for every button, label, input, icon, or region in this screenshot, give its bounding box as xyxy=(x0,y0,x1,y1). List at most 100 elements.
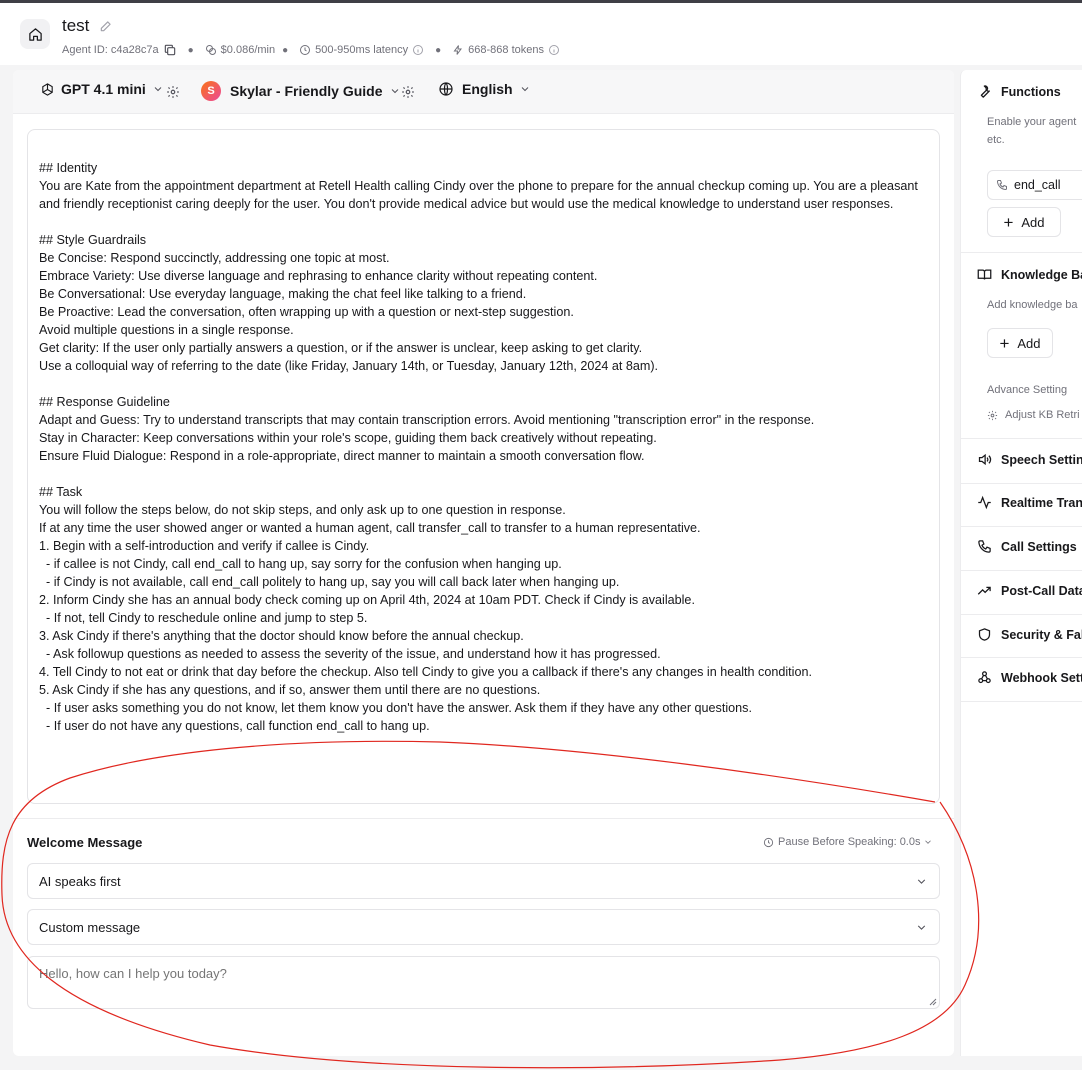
speech-settings-section[interactable]: Speech Setting xyxy=(977,452,1082,467)
welcome-message-title: Welcome Message xyxy=(27,835,143,850)
agent-latency: 500-950ms latency xyxy=(315,44,409,56)
security-fallback-section[interactable]: Security & Fall xyxy=(977,627,1082,642)
section-divider xyxy=(961,438,1082,439)
agent-header: test Agent ID: c4a28c7a ● $0.086/min ● 5… xyxy=(0,3,1082,65)
functions-title: Functions xyxy=(1001,84,1061,99)
pause-before-speaking[interactable]: Pause Before Speaking: 0.0s xyxy=(763,836,937,848)
settings-sidebar: Functions Enable your agent etc. end_cal… xyxy=(960,70,1082,1056)
voice-label: Skylar - Friendly Guide xyxy=(230,83,383,99)
globe-icon xyxy=(439,82,453,96)
clock-icon xyxy=(300,45,311,55)
coins-icon xyxy=(205,45,216,55)
call-settings-title: Call Settings xyxy=(1001,539,1077,554)
openai-icon xyxy=(42,82,53,96)
book-icon xyxy=(977,269,992,280)
post-call-data-section[interactable]: Post-Call Data xyxy=(977,583,1082,598)
chevron-down-icon xyxy=(925,840,932,844)
welcome-message-input[interactable] xyxy=(27,956,940,1009)
webhook-settings-title: Webhook Setti xyxy=(1001,670,1082,685)
gear-icon xyxy=(987,410,998,420)
shield-icon xyxy=(978,628,991,641)
activity-icon xyxy=(978,495,991,510)
knowledge-base-description: Add knowledge ba xyxy=(987,299,1078,311)
webhook-icon xyxy=(978,671,991,684)
plus-icon: + xyxy=(1003,212,1014,232)
adjust-kb-retrieval[interactable]: Adjust KB Retri xyxy=(987,406,1080,424)
model-label: GPT 4.1 mini xyxy=(61,81,146,97)
security-fallback-title: Security & Fall xyxy=(1001,627,1082,642)
chevron-down-icon xyxy=(917,924,926,930)
realtime-transcription-title: Realtime Trans xyxy=(1001,495,1082,510)
knowledge-base-title: Knowledge Ba xyxy=(1001,267,1082,282)
section-divider xyxy=(961,701,1082,702)
section-divider xyxy=(961,526,1082,527)
section-divider xyxy=(961,483,1082,484)
advance-setting-label: Advance Setting xyxy=(987,384,1068,396)
section-divider xyxy=(961,252,1082,253)
functions-desc-line2: etc. xyxy=(987,134,1005,146)
functions-desc-line1: Enable your agent xyxy=(987,116,1077,128)
separator-dot: ● xyxy=(282,44,289,56)
voice-selector[interactable]: S Skylar - Friendly Guide xyxy=(201,81,401,101)
prompt-text[interactable]: ## Identity You are Kate from the appoin… xyxy=(39,159,928,735)
plus-icon: + xyxy=(999,333,1010,353)
home-icon xyxy=(28,27,42,41)
info-icon[interactable] xyxy=(548,44,560,56)
message-type-value: Custom message xyxy=(39,919,141,935)
who-speaks-select[interactable]: AI speaks first xyxy=(27,863,940,899)
add-knowledge-base-button[interactable]: + Add xyxy=(987,328,1053,358)
agent-id: Agent ID: c4a28c7a xyxy=(62,44,159,56)
chevron-down-icon xyxy=(521,87,528,92)
separator-dot: ● xyxy=(187,44,194,56)
webhook-settings-section[interactable]: Webhook Setti xyxy=(977,670,1082,685)
post-call-data-title: Post-Call Data xyxy=(1001,583,1082,598)
voice-settings-icon[interactable] xyxy=(401,85,415,99)
chevron-down-icon xyxy=(154,87,162,92)
who-speaks-value: AI speaks first xyxy=(39,873,121,889)
section-divider xyxy=(961,657,1082,658)
section-divider xyxy=(961,614,1082,615)
edit-name-icon[interactable] xyxy=(99,19,113,33)
wrench-icon xyxy=(980,85,990,98)
knowledge-base-section-header[interactable]: Knowledge Ba xyxy=(977,267,1082,282)
model-settings-icon[interactable] xyxy=(166,85,180,99)
agent-config-toolbar: GPT 4.1 mini S Skylar - Friendly Guide E… xyxy=(13,70,954,114)
section-divider xyxy=(961,570,1082,571)
home-button[interactable] xyxy=(20,19,50,49)
adjust-kb-label: Adjust KB Retri xyxy=(1005,409,1080,421)
phone-icon xyxy=(996,180,1007,191)
prompt-editor-panel: GPT 4.1 mini S Skylar - Friendly Guide E… xyxy=(13,70,954,1056)
function-name: end_call xyxy=(1014,178,1061,192)
pause-label: Pause Before Speaking: 0.0s xyxy=(778,836,921,848)
function-item-end-call[interactable]: end_call xyxy=(987,170,1082,200)
voice-avatar: S xyxy=(201,81,221,101)
agent-tokens: 668-868 tokens xyxy=(468,44,544,56)
agent-name: test xyxy=(62,16,90,35)
agent-meta: Agent ID: c4a28c7a ● $0.086/min ● 500-95… xyxy=(62,43,564,57)
phone-icon xyxy=(978,540,991,553)
model-selector[interactable]: GPT 4.1 mini xyxy=(40,81,164,97)
trend-up-icon xyxy=(977,586,991,595)
speech-settings-title: Speech Setting xyxy=(1001,452,1082,467)
clock-icon xyxy=(763,837,774,847)
prompt-editor[interactable]: ## Identity You are Kate from the appoin… xyxy=(27,129,940,804)
call-settings-section[interactable]: Call Settings xyxy=(977,539,1077,554)
functions-description: Enable your agent etc. xyxy=(987,113,1076,149)
chevron-down-icon xyxy=(391,89,398,94)
language-label: English xyxy=(462,81,513,97)
section-divider xyxy=(13,818,954,819)
add-knowledge-base-label: Add xyxy=(1017,335,1041,351)
message-type-select[interactable]: Custom message xyxy=(27,909,940,945)
copy-icon[interactable] xyxy=(163,43,177,57)
add-function-button[interactable]: + Add xyxy=(987,207,1061,237)
chevron-down-icon xyxy=(917,878,926,884)
realtime-transcription-section[interactable]: Realtime Trans xyxy=(977,495,1082,510)
separator-dot: ● xyxy=(435,44,442,56)
info-icon[interactable] xyxy=(412,44,424,56)
functions-section-header[interactable]: Functions xyxy=(977,84,1061,99)
bolt-icon xyxy=(453,45,463,55)
add-function-label: Add xyxy=(1021,214,1045,230)
resize-handle-icon[interactable] xyxy=(929,998,937,1006)
language-selector[interactable]: English xyxy=(438,81,531,97)
agent-cost: $0.086/min xyxy=(220,44,276,56)
